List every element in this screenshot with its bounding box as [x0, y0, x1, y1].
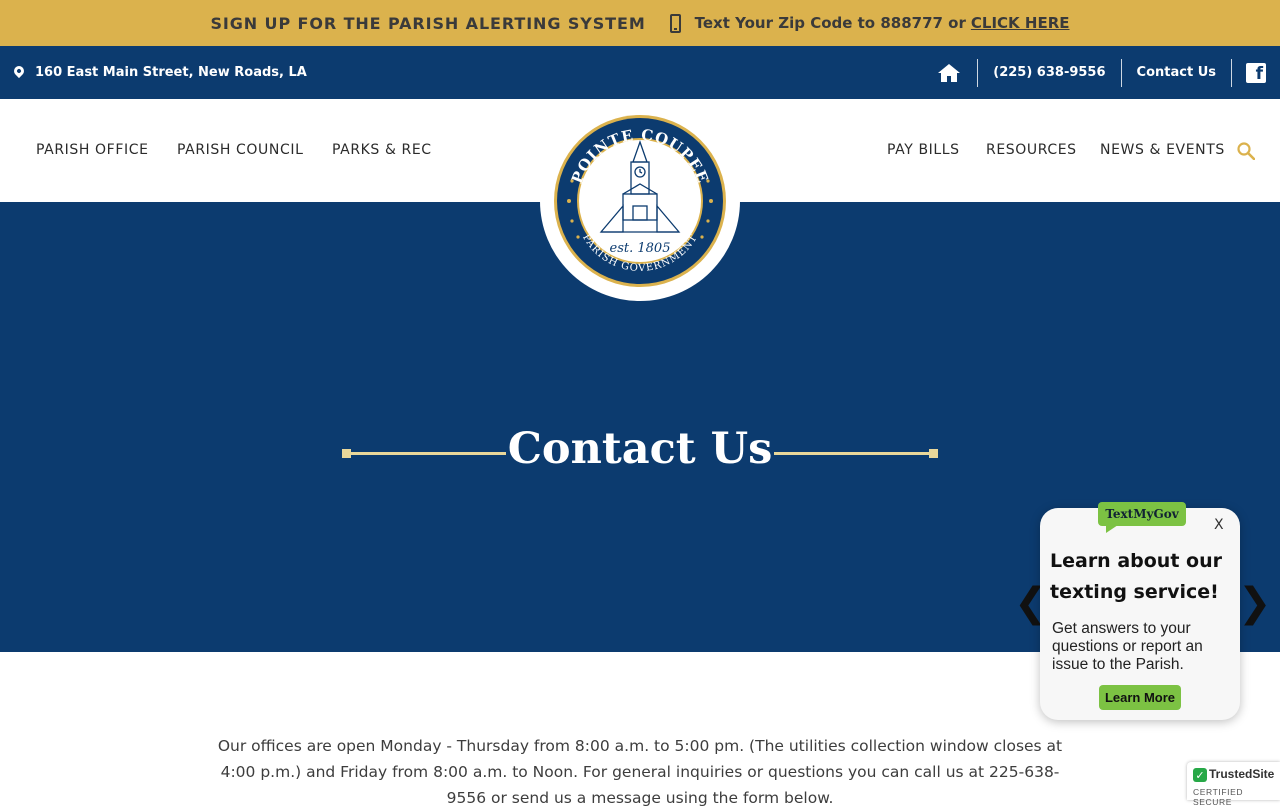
contact-us-link[interactable]: Contact Us	[1122, 65, 1231, 80]
textmygov-popup: TextMyGov X Learn about our texting serv…	[1040, 502, 1240, 720]
office-hours-text: Our offices are open Monday - Thursday f…	[217, 737, 1063, 807]
alert-bar: SIGN UP FOR THE PARISH ALERTING SYSTEM T…	[0, 0, 1280, 46]
textmygov-badge: TextMyGov	[1098, 502, 1186, 533]
utility-links: (225) 638-9556 Contact Us f	[937, 46, 1266, 99]
parish-logo[interactable]: POINTE COUPEE PARISH GOVERNMENT est. 180…	[540, 101, 740, 301]
click-here-link[interactable]: CLICK HERE	[971, 14, 1070, 32]
learn-more-button[interactable]: Learn More	[1099, 685, 1181, 710]
facebook-icon[interactable]: f	[1246, 62, 1266, 83]
close-popup-button[interactable]: X	[1214, 517, 1224, 533]
mobile-phone-icon	[669, 13, 681, 33]
nav-news-events[interactable]: NEWS & EVENTS	[1100, 142, 1225, 158]
trustedsite-badge[interactable]: ✓ TrustedSite CERTIFIED SECURE	[1187, 762, 1280, 807]
parish-seal-icon: POINTE COUPEE PARISH GOVERNMENT est. 180…	[554, 115, 726, 287]
logo-est: est. 1805	[610, 241, 671, 256]
trustedsite-sub: CERTIFIED SECURE	[1193, 787, 1244, 807]
nav-parks-rec[interactable]: PARKS & REC	[332, 142, 432, 158]
popup-body: Get answers to your questions or report …	[1052, 620, 1203, 673]
checkmark-icon: ✓	[1193, 768, 1207, 782]
divider	[977, 58, 979, 87]
nav-parish-office[interactable]: PARISH OFFICE	[36, 142, 149, 158]
home-icon[interactable]	[937, 63, 961, 83]
phone-link[interactable]: (225) 638-9556	[978, 65, 1120, 80]
utility-bar: 160 East Main Street, New Roads, LA (225…	[0, 46, 1280, 99]
divider	[1231, 58, 1232, 87]
title-ornament-line	[774, 452, 934, 455]
alert-title: SIGN UP FOR THE PARISH ALERTING SYSTEM	[210, 13, 646, 33]
slider-next-arrow[interactable]: ❯	[1238, 580, 1272, 626]
trustedsite-name: TrustedSite	[1209, 767, 1275, 781]
address-text: 160 East Main Street, New Roads, LA	[35, 65, 307, 80]
map-pin-icon	[11, 63, 27, 78]
nav-parish-council[interactable]: PARISH COUNCIL	[177, 142, 303, 158]
page-title: Contact Us	[507, 424, 773, 474]
search-icon[interactable]	[1237, 142, 1255, 160]
nav-pay-bills[interactable]: PAY BILLS	[887, 142, 960, 158]
title-ornament-dot	[929, 449, 938, 458]
alert-text: Text Your Zip Code to 888777 or	[694, 14, 966, 32]
address: 160 East Main Street, New Roads, LA	[11, 46, 307, 99]
divider	[1120, 58, 1122, 87]
popup-heading: Learn about our texting service!	[1050, 550, 1222, 603]
nav-resources[interactable]: RESOURCES	[986, 142, 1077, 158]
